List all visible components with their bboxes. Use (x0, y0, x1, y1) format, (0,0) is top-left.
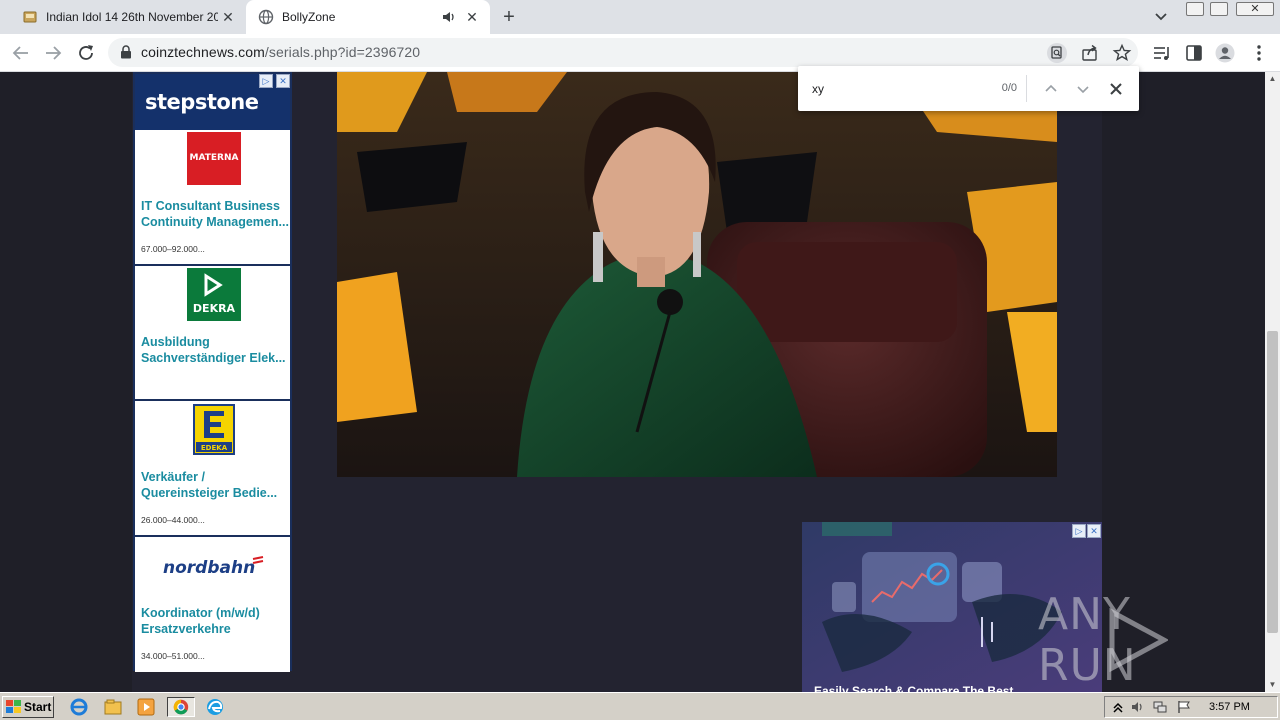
new-tab-button[interactable]: + (498, 7, 520, 29)
profile-avatar-icon[interactable] (1215, 43, 1235, 63)
internet-explorer-icon[interactable] (68, 697, 90, 717)
ad-title-line: Verkäufer / (141, 470, 205, 484)
tab-title: BollyZone (282, 10, 336, 24)
find-match-count: 0/0 (1001, 82, 1017, 94)
ad-choices-icon[interactable]: ▷ (259, 74, 273, 88)
page-icon (23, 11, 37, 23)
tab-indian-idol[interactable]: Indian Idol 14 26th November 2023 ✕ (10, 0, 246, 34)
system-tray: 3:57 PM (1104, 696, 1278, 718)
ad-title-line: Quereinsteiger Bedie... (141, 486, 278, 500)
chevron-up-icon[interactable] (1042, 80, 1060, 98)
ad-salary: 67.000–92.000... (141, 244, 205, 254)
ad-listing-title[interactable]: Koordinator (m/w/d) Ersatzverkehre (141, 605, 289, 637)
ad-headline: Easily Search & Compare The Best (814, 684, 1014, 692)
materna-logo: MATERNA (187, 132, 241, 185)
video-player[interactable] (337, 72, 1057, 477)
file-explorer-icon[interactable] (102, 697, 124, 717)
url-path: /serials.php?id=2396720 (264, 44, 421, 60)
ad-salary: 26.000–44.000... (141, 515, 205, 525)
globe-icon (258, 9, 274, 25)
network-icon[interactable] (1153, 700, 1167, 714)
ad-listing[interactable]: EDEKA Verkäufer / Quereinsteiger Bedie..… (135, 401, 290, 537)
tab-title: Indian Idol 14 26th November 2023 (46, 10, 218, 24)
start-label: Start (24, 700, 52, 714)
ad-listing[interactable]: MATERNA IT Consultant Business Continuit… (135, 130, 290, 266)
play-logo-icon (1109, 608, 1168, 672)
logo-text: MATERNA (190, 153, 239, 163)
tab-close-icon[interactable]: ✕ (464, 9, 480, 25)
start-button[interactable]: Start (2, 696, 54, 718)
ad-title-line: Ausbildung (141, 334, 210, 349)
ad-title-line: Sachverständiger Elek... (141, 350, 286, 365)
ad-choices-icon[interactable]: ▷ (1072, 524, 1086, 538)
anyrun-watermark: ANY RUN (1038, 589, 1280, 691)
dekra-logo: DEKRA (187, 267, 241, 321)
tab-strip: Indian Idol 14 26th November 2023 ✕ Boll… (0, 0, 1280, 34)
ad-title-line: Koordinator (m/w/d) (141, 605, 260, 620)
find-in-page-bar: 0/0 (798, 66, 1139, 111)
find-input[interactable] (812, 80, 982, 98)
reading-list-icon[interactable] (1152, 43, 1172, 63)
tab-bollyzone[interactable]: BollyZone ✕ (246, 0, 490, 34)
scroll-up-arrow[interactable]: ▲ (1265, 72, 1280, 86)
windows-logo-icon (6, 700, 21, 713)
logo-text: EDEKA (201, 444, 228, 452)
lock-icon[interactable] (120, 45, 132, 59)
ad-listing[interactable]: nordbahn Koordinator (m/w/d) Ersatzverke… (135, 536, 290, 672)
reload-icon[interactable] (75, 42, 97, 64)
sidebar-ad[interactable]: ▷ ✕ stepstone MATERNA IT Consultant Busi… (133, 72, 292, 672)
url-host: coinztechnews.com (141, 44, 265, 60)
ad-brand-logo: stepstone (145, 90, 259, 114)
ad-title-line: Ersatzverkehre (141, 621, 231, 636)
forward-arrow-icon[interactable] (42, 42, 64, 64)
scroll-thumb[interactable] (1267, 331, 1278, 633)
video-frame-image (337, 72, 1057, 477)
action-center-flag-icon[interactable] (1177, 700, 1191, 714)
ad-close-icon[interactable]: ✕ (276, 74, 290, 88)
ad-listing[interactable]: DEKRA Ausbildung Sachverständiger Elek..… (135, 265, 290, 401)
chevron-down-icon[interactable] (1074, 80, 1092, 98)
ad-title-line: Continuity Managemen... (141, 215, 289, 229)
show-hidden-icons-icon[interactable] (1111, 700, 1125, 714)
share-icon[interactable] (1080, 43, 1100, 63)
speaker-icon[interactable] (442, 10, 456, 24)
edeka-logo: EDEKA (193, 404, 235, 455)
ad-salary: 34.000–51.000... (141, 650, 205, 661)
divider (1026, 75, 1027, 102)
window-close-button[interactable]: ✕ (1236, 2, 1274, 16)
taskbar-clock[interactable]: 3:57 PM (1209, 701, 1250, 713)
window-maximize-button[interactable] (1210, 2, 1228, 16)
zoom-find-icon[interactable] (1047, 43, 1067, 63)
chrome-icon[interactable] (167, 697, 195, 717)
volume-icon[interactable] (1131, 700, 1145, 714)
close-icon[interactable] (1107, 80, 1125, 98)
bookmark-star-icon[interactable] (1112, 43, 1132, 63)
window-minimize-button[interactable] (1186, 2, 1204, 16)
nordbahn-logo: nordbahn (163, 555, 264, 578)
ad-title-line: IT Consultant Business (141, 199, 280, 213)
logo-text: DEKRA (193, 302, 236, 315)
url-text[interactable]: coinztechnews.com/serials.php?id=2396720 (141, 44, 420, 60)
ad-listing-title[interactable]: Verkäufer / Quereinsteiger Bedie... (141, 469, 289, 501)
ad-close-icon[interactable]: ✕ (1087, 524, 1101, 538)
media-player-icon[interactable] (135, 697, 157, 717)
ad-brand-header[interactable]: ▷ ✕ stepstone (135, 74, 290, 130)
tab-close-icon[interactable]: ✕ (220, 9, 236, 25)
chevron-down-icon[interactable] (1152, 9, 1170, 25)
windows-taskbar: Start 3:57 PM (0, 692, 1280, 720)
menu-kebab-icon[interactable] (1249, 43, 1269, 63)
side-panel-icon[interactable] (1184, 43, 1204, 63)
address-bar[interactable]: coinztechnews.com/serials.php?id=2396720 (108, 38, 1138, 67)
ad-listing-title[interactable]: Ausbildung Sachverständiger Elek... (141, 334, 289, 366)
ad-listing-title[interactable]: IT Consultant Business Continuity Manage… (141, 198, 289, 230)
edge-icon[interactable] (204, 697, 226, 717)
logo-text: nordbahn (163, 558, 255, 578)
back-arrow-icon[interactable] (10, 42, 32, 64)
